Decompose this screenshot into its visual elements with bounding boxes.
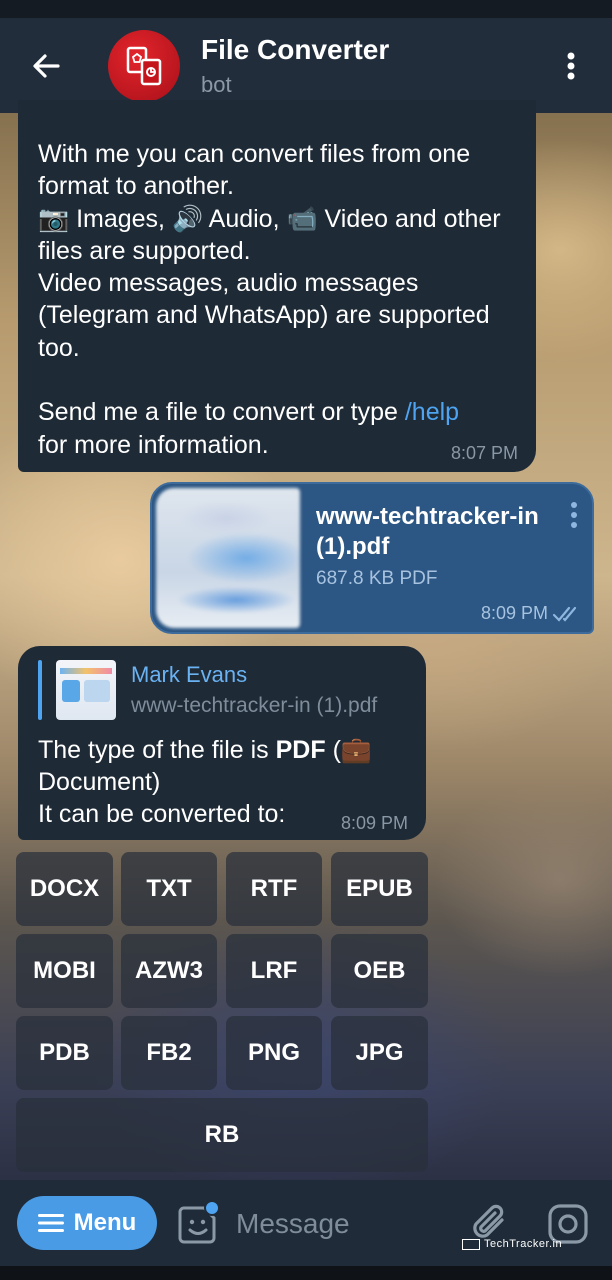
welcome-body: With me you can convert files from one f… xyxy=(38,140,501,427)
watermark-logo-icon xyxy=(462,1238,480,1250)
format-button-epub[interactable]: EPUB xyxy=(331,852,428,926)
message-time: 8:09 PM xyxy=(480,603,548,623)
reply-thumbnail[interactable] xyxy=(56,660,116,720)
file-message[interactable]: www-techtracker-in (1).pdf 687.8 KB PDF … xyxy=(150,482,594,634)
format-button-rtf[interactable]: RTF xyxy=(226,852,322,926)
help-command-link[interactable]: /help xyxy=(405,398,459,426)
message-input[interactable] xyxy=(236,1202,436,1246)
format-button-oeb[interactable]: OEB xyxy=(331,934,428,1008)
watermark-text: TechTracker.in xyxy=(484,1238,563,1250)
chat-subtitle: bot xyxy=(201,72,232,97)
conversion-options-message: Mark Evans www-techtracker-in (1).pdf Th… xyxy=(18,646,426,840)
hamburger-icon xyxy=(37,1214,64,1232)
format-button-docx[interactable]: DOCX xyxy=(16,852,113,926)
chat-header: File Converter bot xyxy=(0,18,612,113)
welcome-message: With me you can convert files from one f… xyxy=(18,100,536,472)
chat-title[interactable]: File Converter xyxy=(201,34,389,66)
watermark: TechTracker.in xyxy=(462,1238,562,1250)
message-time: 8:07 PM xyxy=(450,443,518,463)
bot-avatar[interactable] xyxy=(108,30,180,102)
double-check-icon xyxy=(552,606,577,622)
file-menu-icon[interactable] xyxy=(564,500,584,530)
reply-indicator xyxy=(38,660,42,720)
file-name: www-techtracker-in (1).pdf xyxy=(316,503,539,560)
format-button-azw3[interactable]: AZW3 xyxy=(121,934,217,1008)
format-keyboard: DOCX TXT RTF EPUB MOBI AZW3 LRF OEB PDB … xyxy=(16,852,428,1172)
format-button-fb2[interactable]: FB2 xyxy=(121,1016,217,1090)
reply-sender-name[interactable]: Mark Evans xyxy=(131,662,247,688)
welcome-message-text: With me you can convert files from one f… xyxy=(38,138,518,461)
message-time: 8:09 PM xyxy=(340,813,408,833)
notification-dot xyxy=(204,1200,220,1216)
text-prefix: The type of the file is xyxy=(38,736,276,764)
format-button-rb[interactable]: RB xyxy=(16,1098,428,1172)
kebab-menu-icon[interactable] xyxy=(558,48,584,84)
format-button-png[interactable]: PNG xyxy=(226,1016,322,1090)
format-button-jpg[interactable]: JPG xyxy=(331,1016,428,1090)
navigation-bar xyxy=(0,1266,612,1280)
file-convert-icon xyxy=(126,46,162,86)
file-thumbnail[interactable] xyxy=(156,488,300,628)
welcome-tail: for more information. xyxy=(38,430,269,459)
back-arrow-icon[interactable] xyxy=(28,48,64,84)
menu-button-label: Menu xyxy=(73,1209,137,1236)
menu-button[interactable]: Menu xyxy=(17,1196,157,1250)
format-button-mobi[interactable]: MOBI xyxy=(16,934,113,1008)
format-button-lrf[interactable]: LRF xyxy=(226,934,322,1008)
message-input-bar: Menu TechTracker.in xyxy=(0,1180,612,1266)
file-type: PDF xyxy=(275,736,326,764)
status-bar xyxy=(0,0,612,18)
format-button-txt[interactable]: TXT xyxy=(121,852,217,926)
file-size: 687.8 KB PDF xyxy=(316,568,438,589)
format-button-pdb[interactable]: PDB xyxy=(16,1016,113,1090)
reply-file-name[interactable]: www-techtracker-in (1).pdf xyxy=(131,694,377,718)
